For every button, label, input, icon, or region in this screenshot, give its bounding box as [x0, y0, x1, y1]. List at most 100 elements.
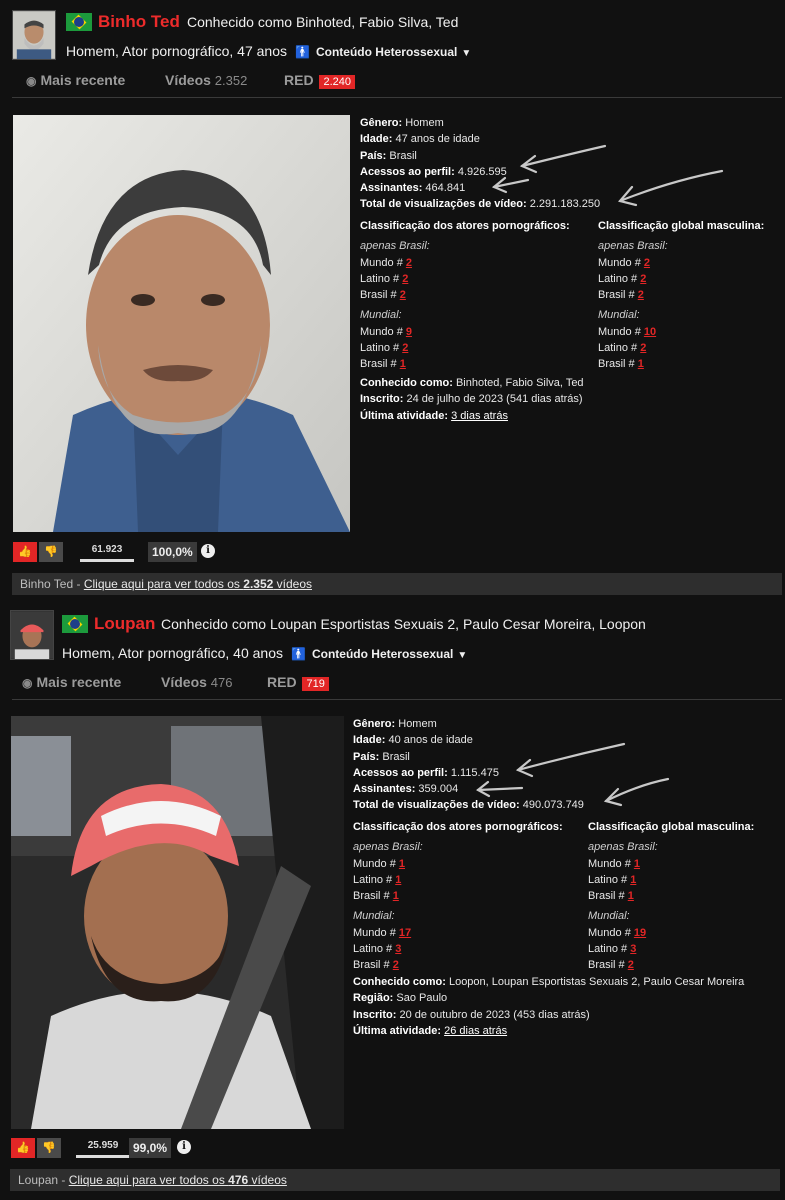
rank-scope-world: Mundial:	[360, 309, 402, 322]
content-type-dropdown[interactable]: Conteúdo Heterossexual ▼	[312, 647, 467, 661]
info-joined: Inscrito: 24 de julho de 2023 (541 dias …	[360, 393, 583, 406]
aka-header: Conhecido como Binhoted, Fabio Silva, Te…	[187, 14, 459, 30]
profile-footer: Loupan - Clique aqui para ver todos os 4…	[10, 1169, 780, 1191]
all-videos-link[interactable]: Clique aqui para ver todos os 476 vídeos	[69, 1173, 287, 1187]
thumbs-down-icon[interactable]: 👎	[37, 1138, 61, 1158]
info-known-as: Conhecido como: Loopon, Loupan Esportist…	[353, 976, 745, 988]
content-type-dropdown[interactable]: Conteúdo Heterossexual ▼	[316, 45, 471, 59]
last-activity-link[interactable]: 3 dias atrás	[451, 410, 508, 422]
info-total-views: Total de visualizações de vídeo: 490.073…	[353, 799, 584, 812]
tab-videos-label: Vídeos	[165, 72, 211, 88]
rank-link[interactable]: 2	[640, 273, 646, 285]
rank-link[interactable]: 2	[400, 289, 406, 301]
rank-link[interactable]: 1	[399, 858, 405, 870]
tab-red[interactable]: RED 719	[267, 674, 329, 691]
rank-link[interactable]: 2	[640, 342, 646, 354]
rank-link[interactable]: 2	[393, 959, 399, 971]
rank-link[interactable]: 9	[406, 326, 412, 338]
person-icon: 🚹	[291, 647, 306, 661]
profile-tabs: ◉ Mais recente Vídeos 2.352 RED 2.240	[12, 70, 782, 98]
content-type-label: Conteúdo Heterossexual	[311, 647, 454, 661]
rank-row: Mundo # 9	[360, 325, 412, 338]
rank-link[interactable]: 1	[395, 874, 401, 886]
rank-actors-title: Classificação dos atores pornográficos:	[353, 821, 563, 833]
profile-tabs: ◉ Mais recente Vídeos 476 RED 719	[12, 672, 782, 700]
profile-meta: Conhecido como: Loopon, Loupan Esportist…	[353, 974, 781, 1039]
info-icon[interactable]: i	[177, 1140, 191, 1154]
person-icon: 🚹	[295, 45, 310, 59]
rank-global-column: Classificação global masculina: apenas B…	[588, 819, 778, 974]
rank-link[interactable]: 1	[628, 890, 634, 902]
rank-link[interactable]: 2	[402, 273, 408, 285]
performer-name[interactable]: Binho Ted	[98, 12, 180, 32]
performer-name[interactable]: Loupan	[94, 614, 155, 634]
rank-scope-brazil: apenas Brasil:	[588, 841, 658, 854]
rank-link[interactable]: 10	[644, 326, 656, 338]
rank-row: Brasil # 2	[360, 289, 406, 302]
brazil-flag-icon	[62, 615, 88, 633]
rank-row: Latino # 1	[588, 873, 637, 886]
last-activity-link[interactable]: 26 dias atrás	[444, 1025, 507, 1037]
tab-videos[interactable]: Vídeos 2.352	[165, 72, 247, 88]
rank-link[interactable]: 1	[393, 890, 399, 902]
rank-row: Brasil # 2	[598, 289, 644, 302]
tab-recent[interactable]: ◉ Mais recente	[26, 72, 125, 88]
rank-link[interactable]: 1	[400, 358, 406, 370]
tab-red-label: RED	[267, 674, 297, 690]
rss-icon: ◉	[22, 676, 33, 690]
rank-link[interactable]: 2	[406, 257, 412, 269]
rank-row: Brasil # 1	[360, 358, 406, 371]
thumbs-down-icon[interactable]: 👎	[39, 542, 63, 562]
tab-recent-label: Mais recente	[40, 72, 126, 88]
rank-link[interactable]: 1	[638, 358, 644, 370]
thumbs-up-icon[interactable]: 👍	[13, 542, 37, 562]
rank-row: Mundo # 10	[598, 325, 657, 338]
info-profile-views: Acessos ao perfil: 4.926.595	[360, 165, 507, 178]
info-icon[interactable]: i	[201, 544, 215, 558]
avatar[interactable]	[12, 10, 56, 60]
rss-icon: ◉	[26, 74, 37, 88]
rank-link[interactable]: 19	[634, 927, 646, 939]
info-country: País: Brasil	[360, 149, 417, 162]
rank-link[interactable]: 2	[644, 257, 650, 269]
profile-footer: Binho Ted - Clique aqui para ver todos o…	[12, 573, 782, 595]
all-videos-link[interactable]: Clique aqui para ver todos os 2.352 víde…	[84, 577, 312, 591]
aka-header: Conhecido como Loupan Esportistas Sexuai…	[161, 616, 646, 632]
tab-red[interactable]: RED 2.240	[284, 72, 355, 89]
rank-global-column: Classificação global masculina: apenas B…	[598, 218, 783, 373]
profile-subline: Homem, Ator pornográfico, 40 anos 🚹 Conteú…	[62, 645, 467, 661]
profile-subline: Homem, Ator pornográfico, 47 anos 🚹 Conteú…	[66, 43, 471, 59]
profile-photo[interactable]	[11, 716, 344, 1129]
info-gender: Gênero: Homem	[353, 718, 437, 730]
rank-link[interactable]: 3	[630, 943, 636, 955]
info-profile-views: Acessos ao perfil: 1.115.475	[353, 766, 499, 779]
rank-row: Latino # 2	[598, 342, 647, 355]
rank-row: Latino # 2	[598, 272, 647, 285]
rank-link[interactable]: 2	[402, 342, 408, 354]
thumbs-up-icon[interactable]: 👍	[11, 1138, 35, 1158]
info-gender: Gênero: Homem	[360, 117, 444, 129]
rank-link[interactable]: 17	[399, 927, 411, 939]
rank-global-title: Classificação global masculina:	[598, 220, 765, 232]
rank-link[interactable]: 1	[630, 874, 636, 886]
rank-row: Latino # 3	[353, 943, 402, 956]
tab-videos-count: 476	[210, 675, 233, 690]
tab-recent[interactable]: ◉ Mais recente	[22, 674, 121, 690]
avatar[interactable]	[10, 610, 54, 660]
rank-row: Mundo # 17	[353, 926, 412, 939]
profile-meta: Conhecido como: Binhoted, Fabio Silva, T…	[360, 375, 780, 424]
rank-link[interactable]: 3	[395, 943, 401, 955]
profile-info: Gênero: Homem Idade: 40 anos de idade Pa…	[353, 716, 781, 1039]
rank-link[interactable]: 2	[638, 289, 644, 301]
info-country: País: Brasil	[353, 750, 410, 763]
profile-photo[interactable]	[13, 115, 350, 532]
tab-videos-label: Vídeos	[161, 674, 207, 690]
rank-row: Latino # 1	[353, 873, 402, 886]
info-age: Idade: 40 anos de idade	[353, 734, 473, 747]
tab-videos[interactable]: Vídeos 476	[161, 674, 233, 690]
vote-ratio-bar	[76, 1155, 130, 1158]
rank-link[interactable]: 1	[634, 858, 640, 870]
rank-row: Mundo # 2	[360, 256, 412, 269]
rank-link[interactable]: 2	[628, 959, 634, 971]
info-last-activity: Última atividade: 26 dias atrás	[353, 1024, 508, 1037]
